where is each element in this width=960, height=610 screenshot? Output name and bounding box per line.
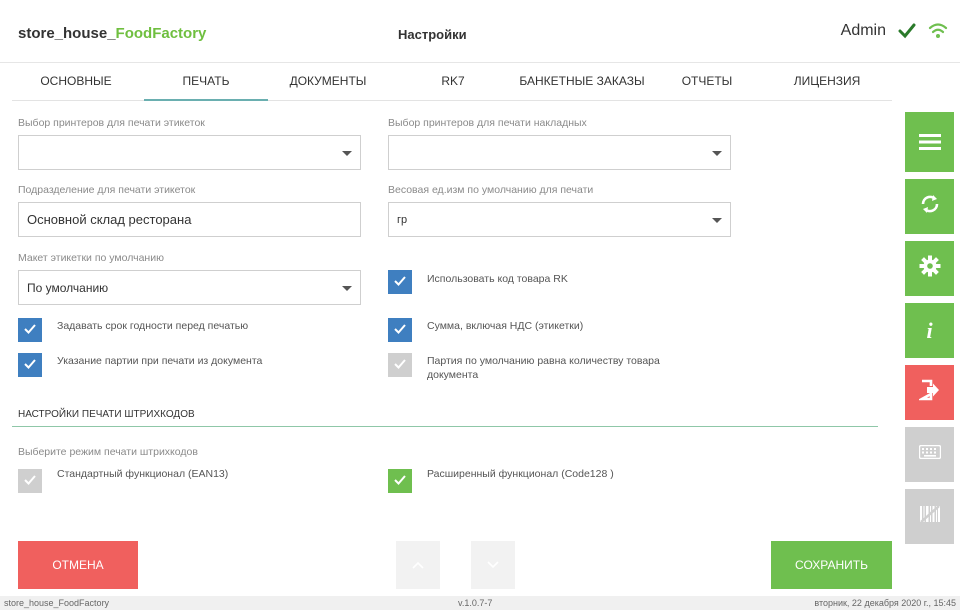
- logout-button[interactable]: [905, 365, 954, 420]
- weight-unit-label: Весовая ед.изм по умолчанию для печати: [388, 184, 594, 196]
- status-datetime: вторник, 22 декабря 2020 г., 15:45: [814, 598, 956, 608]
- scroll-up-button[interactable]: [396, 541, 440, 589]
- logout-icon: [916, 379, 941, 406]
- barcode-standard-checkbox[interactable]: [18, 469, 42, 493]
- page-title: Настройки: [398, 27, 467, 42]
- keyboard-button[interactable]: [905, 427, 954, 482]
- barcode-standard-label: Стандартный функционал (EAN13): [57, 468, 229, 480]
- sum-with-vat-label: Сумма, включая НДС (этикетки): [427, 320, 584, 332]
- tab-dokumenty[interactable]: ДОКУМЕНТЫ: [274, 63, 382, 100]
- barcode-button[interactable]: [905, 489, 954, 544]
- label-layout-label: Макет этикетки по умолчанию: [18, 252, 164, 264]
- chevron-down-icon: [487, 556, 499, 574]
- gear-icon: [919, 255, 941, 282]
- barcode-icon: [919, 505, 941, 528]
- label-layout-value: По умолчанию: [27, 280, 109, 295]
- invoice-printers-select[interactable]: [388, 135, 731, 170]
- refresh-icon: [919, 193, 941, 220]
- use-rk-code-checkbox[interactable]: [388, 270, 412, 294]
- tab-licenziya[interactable]: ЛИЦЕНЗИЯ: [782, 63, 872, 100]
- weight-unit-select[interactable]: гр: [388, 202, 731, 237]
- batch-from-doc-checkbox[interactable]: [18, 353, 42, 377]
- sum-with-vat-checkbox[interactable]: [388, 318, 412, 342]
- label-division-input[interactable]: Основной склад ресторана: [18, 202, 361, 237]
- label-division-label: Подразделение для печати этикеток: [18, 184, 196, 196]
- chevron-down-icon: [342, 151, 352, 156]
- check-icon: [394, 356, 406, 374]
- user-name[interactable]: Admin: [841, 22, 886, 40]
- menu-icon: [918, 134, 941, 155]
- tab-bar: ОСНОВНЫЕ ПЕЧАТЬ ДОКУМЕНТЫ RK7 БАНКЕТНЫЕ …: [12, 63, 892, 101]
- chevron-up-icon: [412, 556, 424, 574]
- save-button[interactable]: СОХРАНИТЬ: [771, 541, 892, 589]
- chevron-down-icon: [712, 218, 722, 223]
- info-icon: i: [926, 317, 933, 343]
- check-icon: [394, 472, 406, 490]
- chevron-down-icon: [342, 286, 352, 291]
- status-app-name: store_house_FoodFactory: [4, 598, 110, 608]
- tab-rk7[interactable]: RK7: [428, 63, 478, 100]
- tab-banketnye-zakazy[interactable]: БАНКЕТНЫЕ ЗАКАЗЫ: [512, 63, 652, 100]
- section-divider: [12, 426, 878, 427]
- app-title: store_house_FoodFactory: [18, 25, 206, 42]
- tab-osnovnye[interactable]: ОСНОВНЫЕ: [16, 63, 136, 100]
- check-icon: [24, 472, 36, 490]
- barcode-section-title: НАСТРОЙКИ ПЕЧАТИ ШТРИХКОДОВ: [18, 409, 195, 420]
- batch-default-qty-checkbox[interactable]: [388, 353, 412, 377]
- refresh-button[interactable]: [905, 179, 954, 234]
- info-button[interactable]: i: [905, 303, 954, 358]
- scroll-down-button[interactable]: [471, 541, 515, 589]
- label-division-value: Основной склад ресторана: [27, 212, 192, 227]
- app-title-brand: FoodFactory: [115, 25, 207, 42]
- set-expiry-label: Задавать срок годности перед печатью: [57, 320, 249, 332]
- top-bar: store_house_FoodFactory Настройки Admin: [0, 0, 960, 63]
- user-area: Admin: [841, 22, 948, 40]
- label-layout-select[interactable]: По умолчанию: [18, 270, 361, 305]
- check-icon: [24, 321, 36, 339]
- barcode-mode-label: Выберите режим печати штрихкодов: [18, 446, 198, 458]
- status-bar: store_house_FoodFactory v.1.0.7-7 вторни…: [0, 596, 960, 610]
- batch-from-doc-label: Указание партии при печати из документа: [57, 355, 263, 367]
- settings-button[interactable]: [905, 241, 954, 296]
- label-printers-label: Выбор принтеров для печати этикеток: [18, 117, 205, 129]
- weight-unit-value: гр: [397, 213, 408, 226]
- check-icon: [394, 321, 406, 339]
- check-icon: [898, 23, 916, 39]
- cancel-button[interactable]: ОТМЕНА: [18, 541, 138, 589]
- batch-default-qty-label: Партия по умолчанию равна количеству тов…: [427, 355, 660, 381]
- chevron-down-icon: [712, 151, 722, 156]
- use-rk-code-label: Использовать код товара RK: [427, 273, 568, 285]
- barcode-extended-checkbox[interactable]: [388, 469, 412, 493]
- app-title-prefix: store_house_: [18, 25, 116, 42]
- wifi-icon: [928, 22, 948, 40]
- tab-otchety[interactable]: ОТЧЕТЫ: [672, 63, 742, 100]
- check-icon: [24, 356, 36, 374]
- menu-button[interactable]: [905, 117, 954, 172]
- check-icon: [394, 273, 406, 291]
- label-printers-select[interactable]: [18, 135, 361, 170]
- status-version: v.1.0.7-7: [458, 598, 493, 608]
- set-expiry-checkbox[interactable]: [18, 318, 42, 342]
- barcode-extended-label: Расширенный функционал (Code128 ): [427, 468, 614, 480]
- invoice-printers-label: Выбор принтеров для печати накладных: [388, 117, 587, 129]
- keyboard-icon: [918, 444, 941, 464]
- tab-pechat[interactable]: ПЕЧАТЬ: [144, 63, 268, 101]
